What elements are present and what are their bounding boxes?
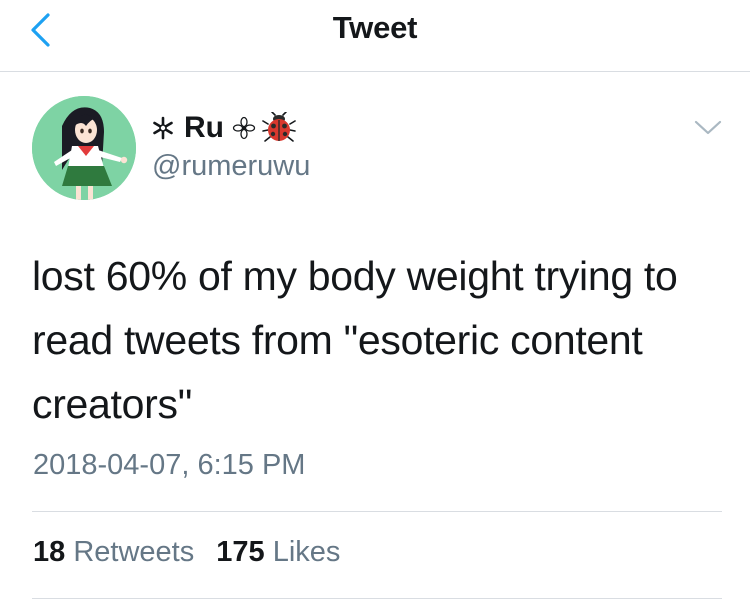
likes-label: Likes xyxy=(272,536,341,568)
nav-bar: Tweet xyxy=(0,0,750,72)
retweets-label: Retweets xyxy=(73,536,195,568)
tweet-timestamp: 2018-04-07, 6:15 PM xyxy=(33,449,306,481)
retweets-stat[interactable]: 18 Retweets xyxy=(33,536,194,568)
author-handle[interactable]: @rumeruwu xyxy=(152,150,310,183)
flower-asterisk-icon xyxy=(153,116,173,140)
sakura-outline-icon xyxy=(232,116,256,140)
anime-girl-avatar-image xyxy=(32,96,136,200)
likes-stat[interactable]: 175 Likes xyxy=(216,536,340,568)
chevron-down-icon xyxy=(694,120,722,135)
tweet-stats: 18 Retweets 175 Likes xyxy=(33,536,354,569)
author-name-row[interactable]: Ru xyxy=(150,110,296,146)
retweets-count: 18 xyxy=(33,536,66,568)
likes-count: 175 xyxy=(216,536,265,568)
avatar[interactable] xyxy=(32,96,136,200)
tweet-text: lost 60% of my body weight trying to rea… xyxy=(32,253,678,427)
tweet-options-button[interactable] xyxy=(692,116,724,140)
divider xyxy=(32,511,722,512)
divider xyxy=(32,598,722,599)
ladybug-icon xyxy=(262,112,296,142)
author-display-name: Ru xyxy=(184,111,224,144)
page-title: Tweet xyxy=(332,10,418,45)
